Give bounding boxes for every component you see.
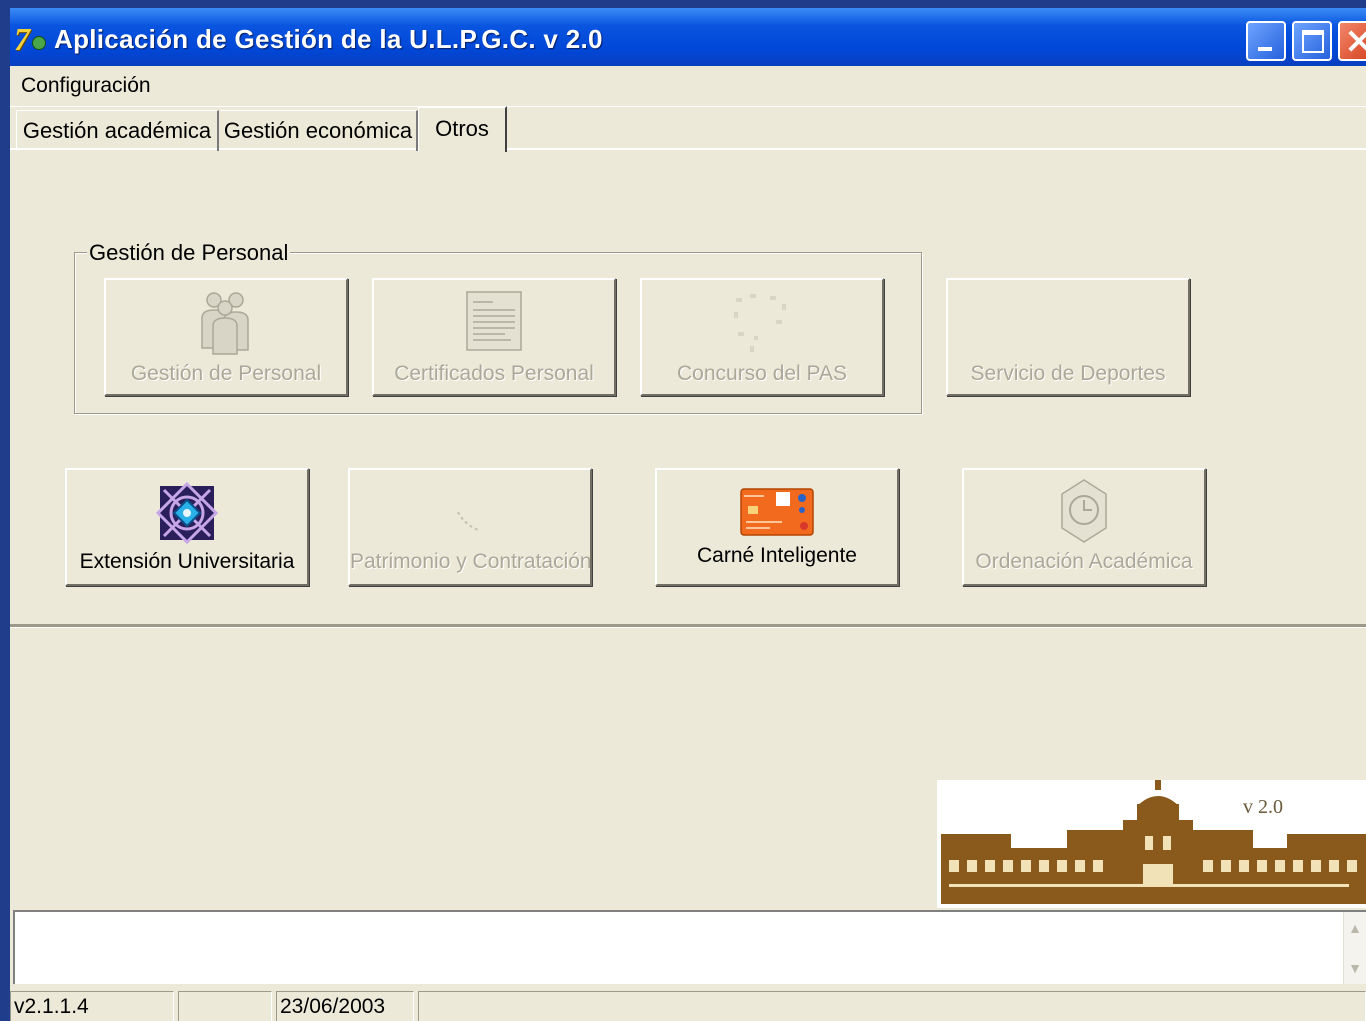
scroll-down-icon[interactable]: ▼ bbox=[1346, 954, 1364, 982]
status-bar: v2.1.1.4 23/06/2003 bbox=[10, 988, 1366, 1021]
message-log-area[interactable]: ▲ ▼ bbox=[13, 910, 1366, 984]
logo-version: v 2.0 bbox=[1243, 796, 1283, 818]
extension-universitaria-button[interactable]: Extensión Universitaria bbox=[65, 468, 309, 586]
button-label: Extensión Universitaria bbox=[79, 550, 295, 573]
app-logo-icon[interactable]: 7 bbox=[14, 22, 48, 56]
university-building-logo: v 2.0 bbox=[937, 780, 1366, 908]
main-window: 7 Aplicación de Gestión de la U.L.P.G.C.… bbox=[10, 8, 1366, 1021]
close-button[interactable] bbox=[1338, 21, 1366, 61]
group-label: Gestión de Personal bbox=[87, 240, 291, 266]
building-image bbox=[941, 780, 1366, 904]
content-separator bbox=[10, 624, 1366, 628]
button-label: Patrimonio y Contratación bbox=[350, 550, 590, 573]
status-version: v2.1.1.4 bbox=[10, 991, 174, 1021]
gestion-personal-button[interactable]: Gestión de Personal bbox=[104, 278, 348, 396]
certificados-personal-button[interactable]: Certificados Personal bbox=[372, 278, 616, 396]
title-bar[interactable]: 7 Aplicación de Gestión de la U.L.P.G.C.… bbox=[10, 8, 1366, 66]
university-emblem-icon bbox=[155, 481, 219, 545]
button-label: Ordenación Académica bbox=[975, 550, 1193, 573]
window-title: Aplicación de Gestión de la U.L.P.G.C. v… bbox=[54, 24, 603, 54]
minimize-button[interactable] bbox=[1246, 21, 1286, 61]
carne-inteligente-button[interactable]: Carné Inteligente bbox=[655, 468, 899, 586]
status-date: 23/06/2003 bbox=[276, 991, 414, 1021]
tab-gestion-economica[interactable]: Gestión económica bbox=[220, 110, 418, 151]
menu-bar: Configuración bbox=[10, 66, 1366, 107]
tab-gestion-academica[interactable]: Gestión académica bbox=[16, 110, 219, 151]
button-label: Servicio de Deportes bbox=[970, 362, 1166, 385]
menu-configuracion[interactable]: Configuración bbox=[21, 74, 151, 98]
tab-otros[interactable]: Otros bbox=[418, 106, 507, 152]
button-label: Concurso del PAS bbox=[676, 362, 848, 385]
document-icon bbox=[466, 291, 522, 351]
clock-icon bbox=[1061, 479, 1107, 543]
patrimony-icon bbox=[457, 511, 479, 531]
patrimonio-contratacion-button[interactable]: Patrimonio y Contratación bbox=[348, 468, 592, 586]
concurso-pas-button[interactable]: Concurso del PAS bbox=[640, 278, 884, 396]
scroll-up-icon[interactable]: ▲ bbox=[1346, 914, 1364, 942]
servicio-deportes-button[interactable]: Servicio de Deportes bbox=[946, 278, 1190, 396]
ordenacion-academica-button[interactable]: Ordenación Académica bbox=[962, 468, 1206, 586]
log-scrollbar[interactable]: ▲ ▼ bbox=[1343, 912, 1366, 984]
button-label: Carné Inteligente bbox=[697, 544, 857, 567]
status-panel-2 bbox=[178, 991, 272, 1021]
button-label: Gestión de Personal bbox=[130, 362, 322, 385]
smart-card-icon bbox=[740, 488, 814, 536]
status-panel-4 bbox=[418, 991, 1366, 1021]
people-icon bbox=[201, 292, 249, 355]
button-label: Certificados Personal bbox=[394, 362, 594, 385]
contest-icon bbox=[734, 294, 786, 352]
maximize-button[interactable] bbox=[1292, 21, 1332, 61]
